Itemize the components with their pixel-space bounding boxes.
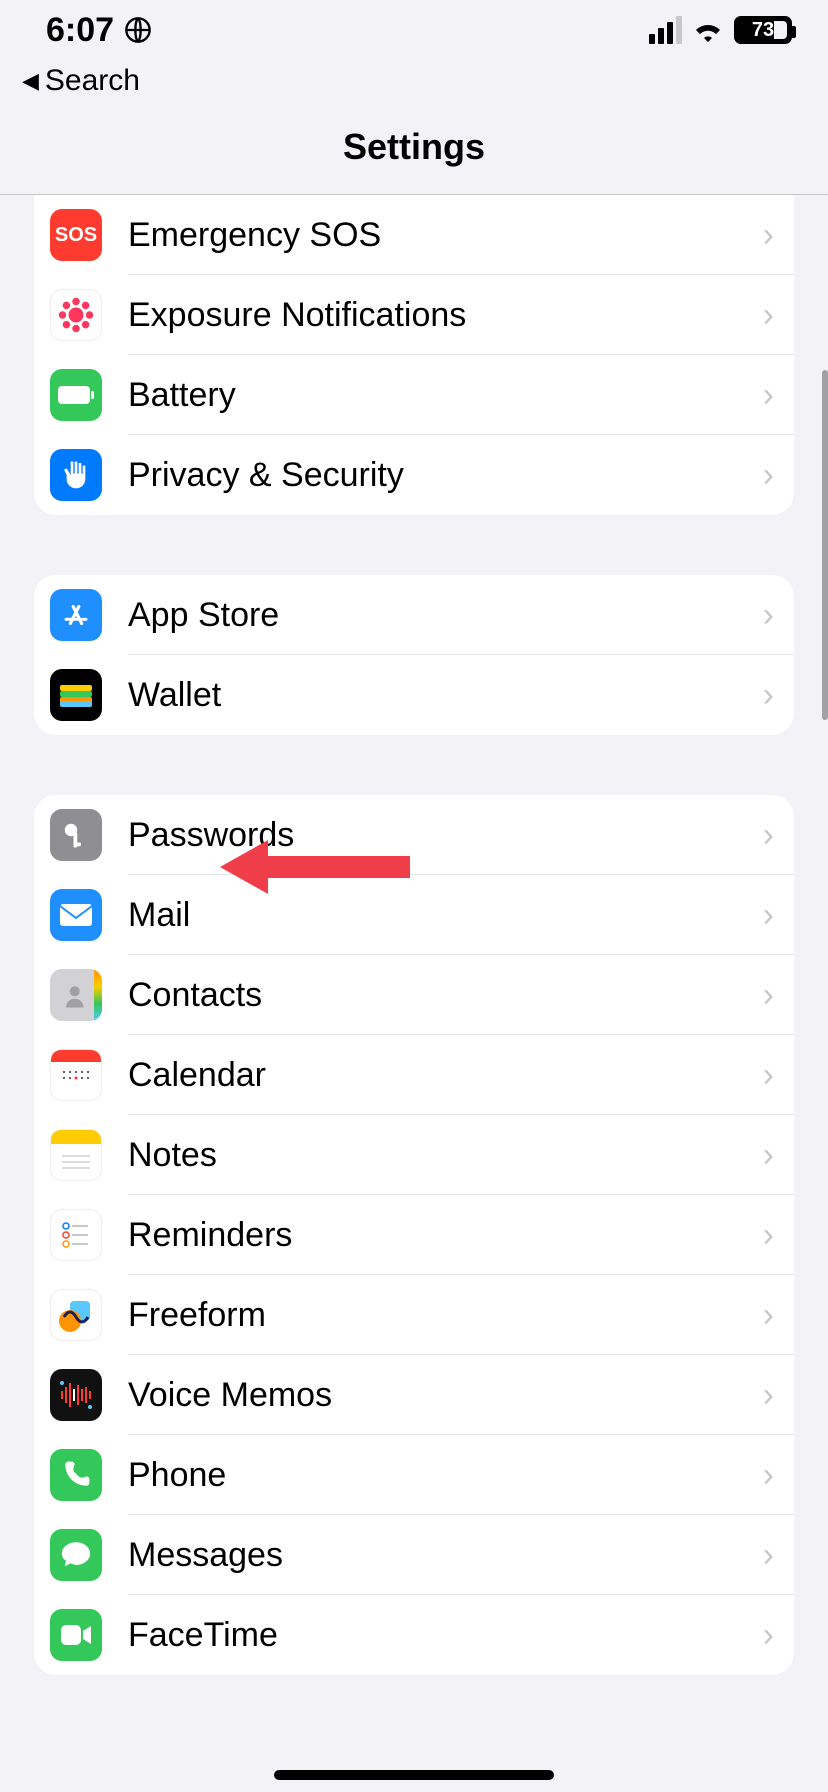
row-label: Passwords (128, 816, 737, 855)
row-label: FaceTime (128, 1616, 737, 1655)
settings-section-apps: Passwords › Mail › Contacts › Calendar › (34, 795, 794, 1675)
contacts-icon (50, 969, 102, 1021)
row-label: Exposure Notifications (128, 296, 737, 335)
chevron-right-icon: › (763, 596, 774, 635)
chevron-right-icon: › (763, 376, 774, 415)
row-label: App Store (128, 596, 737, 635)
row-label: Mail (128, 896, 737, 935)
row-label: Phone (128, 1456, 737, 1495)
row-facetime[interactable]: FaceTime › (34, 1595, 794, 1675)
row-wallet[interactable]: Wallet › (34, 655, 794, 735)
home-indicator (274, 1770, 554, 1780)
chevron-right-icon: › (763, 456, 774, 495)
facetime-icon (50, 1609, 102, 1661)
scrollbar-indicator (822, 370, 828, 720)
chevron-right-icon: › (763, 896, 774, 935)
battery-percent: 73 (752, 19, 774, 42)
back-chevron-icon: ◀ (22, 68, 39, 94)
row-emergency-sos[interactable]: SOS Emergency SOS › (34, 195, 794, 275)
chevron-right-icon: › (763, 1296, 774, 1335)
chevron-right-icon: › (763, 1056, 774, 1095)
row-label: Battery (128, 376, 737, 415)
row-label: Messages (128, 1536, 737, 1575)
row-label: Contacts (128, 976, 737, 1015)
row-label: Wallet (128, 676, 737, 715)
chevron-right-icon: › (763, 816, 774, 855)
wallet-icon (50, 669, 102, 721)
privacy-hand-icon (50, 449, 102, 501)
row-messages[interactable]: Messages › (34, 1515, 794, 1595)
row-label: Privacy & Security (128, 456, 737, 495)
chevron-right-icon: › (763, 676, 774, 715)
freeform-icon (50, 1289, 102, 1341)
chevron-right-icon: › (763, 976, 774, 1015)
settings-section-store: App Store › Wallet › (34, 575, 794, 735)
row-label: Freeform (128, 1296, 737, 1335)
chevron-right-icon: › (763, 1136, 774, 1175)
calendar-icon (50, 1049, 102, 1101)
row-passwords[interactable]: Passwords › (34, 795, 794, 875)
row-label: Reminders (128, 1216, 737, 1255)
row-calendar[interactable]: Calendar › (34, 1035, 794, 1115)
mail-icon (50, 889, 102, 941)
chevron-right-icon: › (763, 296, 774, 335)
row-label: Notes (128, 1136, 737, 1175)
chevron-right-icon: › (763, 1616, 774, 1655)
row-label: Emergency SOS (128, 216, 737, 255)
row-voice-memos[interactable]: Voice Memos › (34, 1355, 794, 1435)
back-to-search[interactable]: ◀ Search (0, 60, 828, 108)
row-battery[interactable]: Battery › (34, 355, 794, 435)
status-right: 73 (649, 16, 792, 44)
messages-icon (50, 1529, 102, 1581)
status-bar: 6:07 73 (0, 0, 828, 60)
chevron-right-icon: › (763, 1536, 774, 1575)
location-globe-icon (124, 16, 152, 44)
row-freeform[interactable]: Freeform › (34, 1275, 794, 1355)
cellular-signal-icon (649, 16, 682, 44)
passwords-key-icon (50, 809, 102, 861)
row-app-store[interactable]: App Store › (34, 575, 794, 655)
row-privacy-security[interactable]: Privacy & Security › (34, 435, 794, 515)
row-phone[interactable]: Phone › (34, 1435, 794, 1515)
row-label: Voice Memos (128, 1376, 737, 1415)
status-time: 6:07 (46, 11, 114, 50)
reminders-icon (50, 1209, 102, 1261)
chevron-right-icon: › (763, 1376, 774, 1415)
row-notes[interactable]: Notes › (34, 1115, 794, 1195)
chevron-right-icon: › (763, 216, 774, 255)
back-label: Search (45, 64, 140, 98)
battery-app-icon (50, 369, 102, 421)
phone-icon (50, 1449, 102, 1501)
status-left: 6:07 (46, 11, 152, 50)
page-title: Settings (0, 108, 828, 194)
row-label: Calendar (128, 1056, 737, 1095)
row-reminders[interactable]: Reminders › (34, 1195, 794, 1275)
wifi-icon (692, 18, 724, 42)
voice-memos-icon (50, 1369, 102, 1421)
battery-icon: 73 (734, 16, 792, 44)
row-exposure-notifications[interactable]: Exposure Notifications › (34, 275, 794, 355)
row-mail[interactable]: Mail › (34, 875, 794, 955)
appstore-icon (50, 589, 102, 641)
chevron-right-icon: › (763, 1216, 774, 1255)
row-contacts[interactable]: Contacts › (34, 955, 794, 1035)
notes-icon (50, 1129, 102, 1181)
sos-icon: SOS (50, 209, 102, 261)
settings-section-system: SOS Emergency SOS › Exposure Notificatio… (34, 195, 794, 515)
exposure-icon (50, 289, 102, 341)
chevron-right-icon: › (763, 1456, 774, 1495)
